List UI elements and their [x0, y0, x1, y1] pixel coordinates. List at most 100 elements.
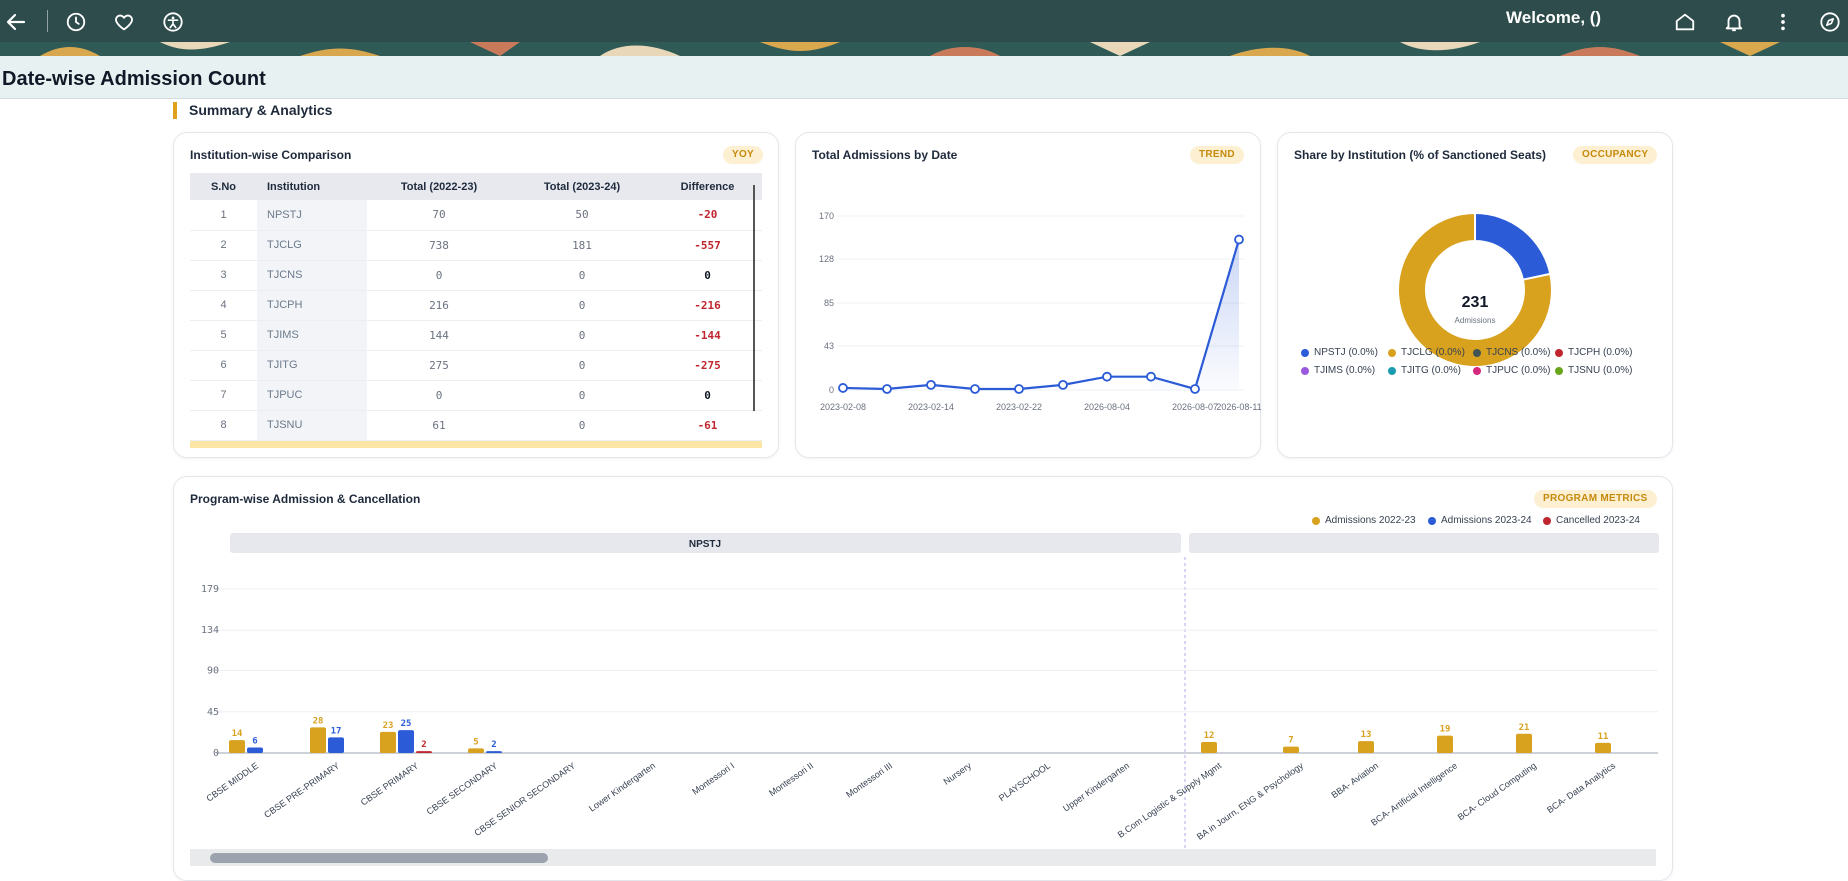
trend-data-point[interactable] — [1014, 384, 1024, 394]
cell-sno: 2 — [190, 230, 257, 261]
scrollbar-thumb[interactable] — [210, 853, 548, 863]
bar-value-label: 21 — [1519, 723, 1530, 733]
trend-data-point[interactable] — [1102, 371, 1112, 382]
share-legend-item[interactable]: TJITG (0.0%) — [1388, 365, 1461, 376]
trend-data-point[interactable] — [1190, 384, 1200, 394]
share-legend-item[interactable]: TJCNS (0.0%) — [1473, 347, 1550, 358]
cell-total-2023-24: 0 — [511, 350, 653, 381]
col-header-institution[interactable]: Institution — [257, 173, 367, 200]
table-row: 3 TJCNS 0 0 0 — [190, 260, 762, 291]
bar-admissions-2022-23[interactable] — [1358, 741, 1374, 753]
legend-dot-icon — [1473, 366, 1481, 375]
legend-label: TJSNU (0.0%) — [1568, 365, 1633, 376]
recent-history-icon[interactable] — [63, 9, 89, 35]
trend-data-point[interactable] — [1146, 371, 1156, 382]
program-legend-item[interactable]: Admissions 2022-23 — [1312, 515, 1416, 526]
bar-admissions-2022-23[interactable] — [1595, 742, 1611, 753]
bar-admissions-2022-23[interactable] — [468, 748, 484, 753]
legend-label: TJIMS (0.0%) — [1314, 365, 1376, 376]
group-label-npstj: NPSTJ — [689, 539, 721, 550]
category-label: PLAYSCHOOL — [997, 760, 1052, 803]
program-legend-item[interactable]: Cancelled 2023-24 — [1543, 515, 1640, 526]
category-label: BCA- Artificial Intelligence — [1369, 760, 1459, 827]
col-header-difference[interactable]: Difference — [653, 173, 762, 200]
bar-admissions-2022-23[interactable] — [1437, 735, 1453, 753]
cell-sno: 6 — [190, 350, 257, 381]
share-legend-item[interactable]: TJSNU (0.0%) — [1555, 365, 1632, 376]
category-label: BCA- Data Analytics — [1545, 760, 1618, 815]
bar-value-label: 2 — [421, 740, 426, 750]
chart-horizontal-scrollbar[interactable] — [190, 849, 1656, 866]
bar-admissions-2022-23[interactable] — [1201, 742, 1217, 753]
comparison-title: Institution-wise Comparison — [190, 148, 352, 162]
cell-difference: -20 — [653, 200, 762, 231]
col-header-total-2022-23[interactable]: Total (2022-23) — [367, 173, 511, 200]
bar-admissions-2023-24[interactable] — [398, 730, 414, 753]
more-options-icon[interactable] — [1770, 9, 1796, 35]
bar-admissions-2022-23[interactable] — [1516, 733, 1532, 753]
notifications-bell-icon[interactable] — [1721, 9, 1747, 35]
program-legend-item[interactable]: Admissions 2023-24 — [1428, 515, 1532, 526]
accessibility-icon[interactable] — [160, 9, 186, 35]
share-legend-item[interactable]: TJIMS (0.0%) — [1301, 365, 1375, 376]
trend-data-point[interactable] — [970, 384, 980, 394]
bar-cancelled-2023-24[interactable] — [416, 751, 432, 753]
trend-data-point[interactable] — [1234, 234, 1244, 245]
bar-value-label: 5 — [473, 737, 478, 747]
cell-difference: -61 — [653, 410, 762, 441]
donut-slice-npstj[interactable] — [1474, 211, 1552, 281]
cell-difference: 0 — [653, 260, 762, 291]
program-bar-chart: NPSTJ 0 45 90 134 179 14 6 CBSE MIDDLE 28 17 CBSE … — [201, 533, 1659, 859]
share-legend-item[interactable]: TJPUC (0.0%) — [1473, 365, 1550, 376]
home-icon[interactable] — [1672, 9, 1698, 35]
favorites-heart-icon[interactable] — [111, 9, 137, 35]
back-arrow-icon[interactable] — [3, 9, 29, 35]
bar-admissions-2023-24[interactable] — [247, 747, 263, 753]
x-tick-label: 2023-02-22 — [996, 402, 1042, 412]
col-header-total-2023-24[interactable]: Total (2023-24) — [511, 173, 653, 200]
bar-value-label: 19 — [1440, 725, 1451, 735]
trend-data-point[interactable] — [1058, 379, 1068, 390]
col-header-sno[interactable]: S.No — [190, 173, 257, 200]
trend-data-point[interactable] — [838, 383, 848, 393]
table-row: 2 TJCLG 738 181 -557 — [190, 230, 762, 261]
y-tick-label: 0 — [829, 385, 834, 395]
bar-admissions-2023-24[interactable] — [486, 751, 502, 753]
share-legend-item[interactable]: TJCPH (0.0%) — [1555, 347, 1632, 358]
category-label: CBSE MIDDLE — [204, 760, 260, 803]
share-legend-item[interactable]: NPSTJ (0.0%) — [1301, 347, 1378, 358]
cell-total-2023-24: 181 — [511, 230, 653, 261]
bar-admissions-2023-24[interactable] — [328, 737, 344, 753]
cell-institution: TJPUC — [257, 380, 367, 411]
legend-label: Cancelled 2023-24 — [1556, 515, 1640, 526]
bar-admissions-2022-23[interactable] — [1283, 746, 1299, 753]
table-horizontal-scrollbar[interactable] — [190, 441, 762, 448]
cell-sno: 5 — [190, 320, 257, 351]
y-tick-label: 90 — [207, 666, 219, 677]
x-tick-label: 2026-08-04 — [1084, 402, 1130, 412]
cell-difference: 0 — [653, 380, 762, 411]
cell-institution: TJCNS — [257, 260, 367, 291]
cell-sno: 8 — [190, 410, 257, 441]
table-vertical-scrollbar[interactable] — [753, 185, 755, 411]
bar-admissions-2022-23[interactable] — [310, 727, 326, 753]
legend-dot-icon — [1543, 516, 1551, 525]
program-title: Program-wise Admission & Cancellation — [190, 492, 421, 506]
share-legend-item[interactable]: TJCLG (0.0%) — [1388, 347, 1465, 358]
bar-value-label: 25 — [401, 719, 412, 729]
bar-admissions-2022-23[interactable] — [380, 731, 396, 753]
decorative-banner — [0, 42, 1848, 56]
page-title-bar: Date-wise Admission Count — [0, 56, 1848, 99]
trend-data-point[interactable] — [882, 384, 892, 394]
trend-data-point[interactable] — [926, 379, 936, 390]
category-label: Montessori I — [690, 760, 736, 796]
cell-total-2022-23: 61 — [367, 410, 511, 441]
cell-total-2023-24: 0 — [511, 410, 653, 441]
top-navigation-bar: Welcome, () — [0, 0, 1848, 42]
legend-label: TJCPH (0.0%) — [1568, 347, 1633, 358]
cell-total-2022-23: 738 — [367, 230, 511, 261]
cell-total-2023-24: 0 — [511, 260, 653, 291]
navigator-compass-icon[interactable] — [1817, 9, 1843, 35]
cell-total-2022-23: 70 — [367, 200, 511, 231]
bar-admissions-2022-23[interactable] — [229, 740, 245, 753]
